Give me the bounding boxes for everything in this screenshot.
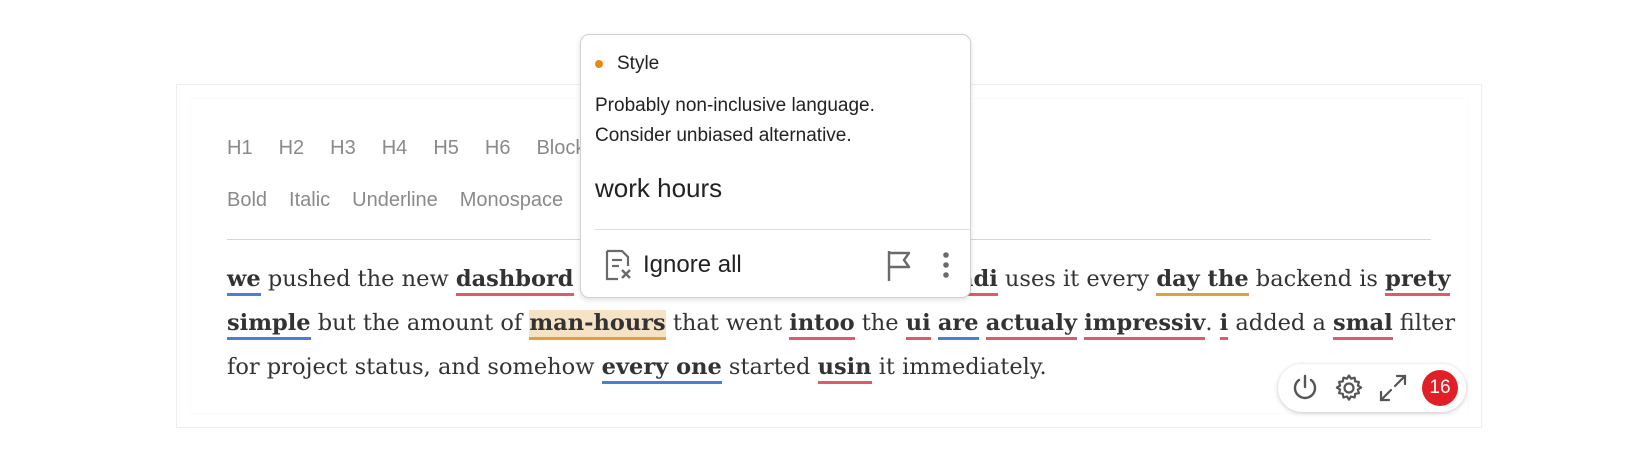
text-segment: .	[1205, 310, 1220, 336]
popup-divider	[595, 229, 970, 230]
text-segment: added a	[1228, 310, 1334, 336]
issue-message: Probably non-inclusive language. Conside…	[595, 95, 875, 146]
checker-widget: 16	[1278, 364, 1466, 412]
ignore-all-button[interactable]: Ignore all	[603, 249, 742, 281]
text-segment	[979, 310, 986, 336]
error-highlight[interactable]: actualy	[985, 310, 1077, 340]
error-highlight[interactable]: simple	[227, 310, 311, 340]
text-segment: that went	[665, 310, 790, 336]
text-segment: pushed the new	[260, 266, 456, 292]
error-highlight[interactable]: man-hours	[529, 310, 666, 340]
underline-button[interactable]: Underline	[352, 189, 438, 212]
error-highlight[interactable]: impressiv	[1084, 310, 1206, 340]
text-segment: backend is	[1248, 266, 1386, 292]
suggestion-popup: Style Probably non-inclusive language. C…	[580, 34, 971, 298]
expand-icon[interactable]	[1378, 373, 1408, 403]
error-highlight[interactable]: i	[1219, 310, 1229, 340]
gear-icon[interactable]	[1334, 373, 1364, 403]
text-segment: uses it every	[997, 266, 1157, 292]
error-highlight[interactable]: dashbord	[455, 266, 574, 296]
flag-icon[interactable]	[885, 249, 913, 283]
error-highlight[interactable]: are	[937, 310, 979, 340]
category-label: Style	[595, 53, 659, 75]
suggestion-replacement[interactable]: work hours	[595, 173, 722, 204]
power-icon[interactable]	[1290, 373, 1320, 403]
format-toolbar: Bold Italic Underline Monospace	[227, 189, 585, 212]
heading-toolbar: H1 H2 H3 H4 H5 H6 Block	[227, 137, 611, 160]
blockquote-button[interactable]: Block	[536, 137, 585, 160]
h1-button[interactable]: H1	[227, 137, 253, 160]
text-segment: it immediately.	[871, 354, 1047, 380]
category-text: Style	[617, 53, 660, 74]
h2-button[interactable]: H2	[279, 137, 305, 160]
category-dot-icon	[595, 60, 603, 68]
text-segment: but the amount of	[310, 310, 530, 336]
h5-button[interactable]: H5	[433, 137, 459, 160]
italic-button[interactable]: Italic	[289, 189, 330, 212]
h6-button[interactable]: H6	[485, 137, 511, 160]
more-icon[interactable]	[941, 251, 951, 281]
error-highlight[interactable]: intoo	[789, 310, 855, 340]
bold-button[interactable]: Bold	[227, 189, 267, 212]
error-highlight[interactable]: every one	[601, 354, 722, 384]
monospace-button[interactable]: Monospace	[460, 189, 563, 212]
error-highlight[interactable]: prety	[1385, 266, 1451, 296]
text-segment	[1450, 266, 1457, 292]
ignore-all-label: Ignore all	[643, 251, 742, 278]
text-segment	[931, 310, 938, 336]
error-highlight[interactable]: day the	[1156, 266, 1249, 296]
error-highlight[interactable]: ui	[905, 310, 931, 340]
text-segment: started	[721, 354, 818, 380]
error-count-badge[interactable]: 16	[1422, 370, 1458, 406]
ignore-icon	[605, 249, 631, 281]
h3-button[interactable]: H3	[330, 137, 356, 160]
error-highlight[interactable]: smal	[1333, 310, 1393, 340]
error-highlight[interactable]: we	[227, 266, 261, 296]
error-highlight[interactable]: usin	[817, 354, 872, 384]
text-segment: the	[854, 310, 906, 336]
h4-button[interactable]: H4	[382, 137, 408, 160]
